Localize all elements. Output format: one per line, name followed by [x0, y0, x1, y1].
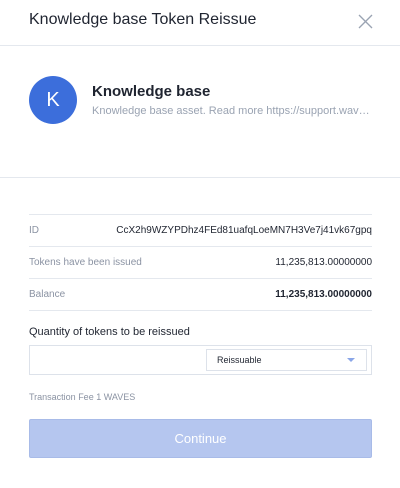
info-label: Balance [29, 289, 66, 300]
info-label: Tokens have been issued [29, 257, 142, 268]
info-label: ID [29, 225, 39, 236]
info-row-issued: Tokens have been issued 11,235,813.00000… [29, 247, 372, 279]
close-icon[interactable] [357, 13, 374, 30]
dialog-header: Knowledge base Token Reissue [0, 0, 400, 46]
quantity-field: Reissuable [29, 345, 372, 375]
quantity-input[interactable] [30, 346, 202, 374]
chevron-down-icon [347, 358, 355, 362]
asset-info-table: ID CcX2h9WZYPDhz4FEd81uafqLoeMN7H3Ve7j41… [29, 214, 372, 311]
reissuable-select-value: Reissuable [217, 355, 262, 365]
reissuable-select[interactable]: Reissuable [206, 349, 367, 371]
info-row-balance: Balance 11,235,813.00000000 [29, 279, 372, 311]
info-value: 11,235,813.00000000 [275, 289, 372, 300]
asset-description: Knowledge base asset. Read more https://… [92, 105, 374, 117]
transaction-fee: Transaction Fee 1 WAVES [29, 392, 136, 402]
continue-button[interactable]: Continue [29, 419, 372, 458]
asset-avatar: K [29, 76, 77, 124]
info-row-id: ID CcX2h9WZYPDhz4FEd81uafqLoeMN7H3Ve7j41… [29, 215, 372, 247]
dialog-title: Knowledge base Token Reissue [29, 11, 257, 28]
quantity-label: Quantity of tokens to be reissued [29, 326, 190, 338]
asset-section: K Knowledge base Knowledge base asset. R… [0, 46, 400, 178]
info-value: 11,235,813.00000000 [275, 257, 372, 268]
info-value: CcX2h9WZYPDhz4FEd81uafqLoeMN7H3Ve7j41vk6… [116, 225, 372, 236]
asset-name: Knowledge base [92, 83, 211, 100]
